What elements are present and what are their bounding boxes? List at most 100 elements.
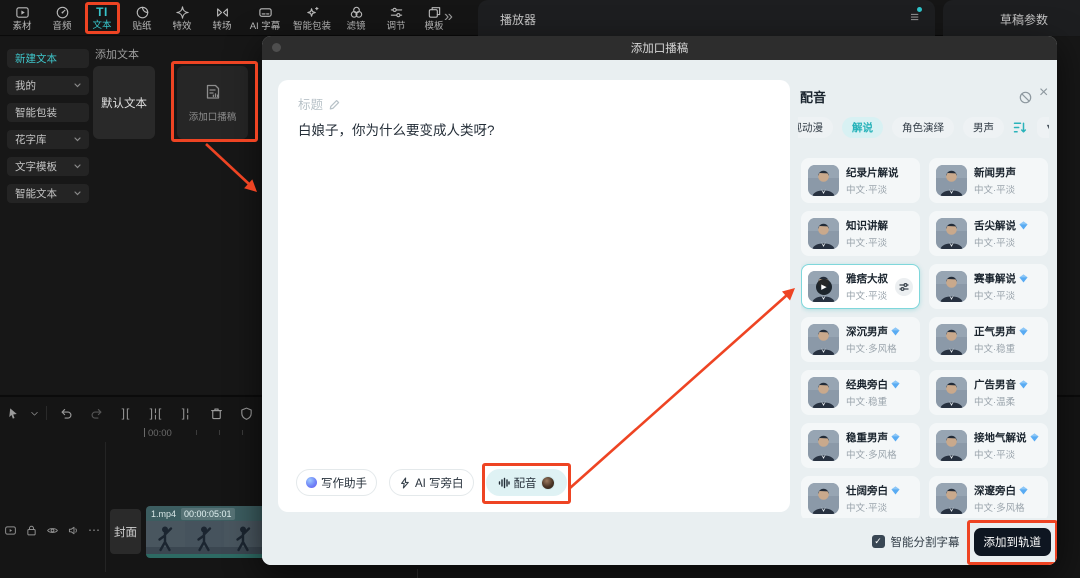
script-text-area[interactable]: 白娘子，你为什么要变成人类呀?	[298, 121, 768, 141]
tab-ai-captions[interactable]: AI 字幕	[242, 5, 288, 32]
ai-narration-button[interactable]: AI 写旁白	[389, 469, 474, 496]
script-title-row[interactable]: 标题	[298, 94, 341, 113]
voice-desc: 中文·稳重	[974, 344, 1016, 355]
split-icon[interactable]: ][	[111, 406, 141, 420]
sidebar-item-mine[interactable]: 我的	[7, 76, 89, 95]
voice-name: 接地气解说	[974, 432, 1027, 444]
voice-category-tabs: 影视动漫 解说 角色演绎 男声 ▼	[798, 116, 1049, 138]
select-cursor-icon[interactable]	[0, 406, 26, 421]
script-editor-card: 标题 白娘子，你为什么要变成人类呀? 写作助手 AI 写旁白 配音	[278, 80, 790, 512]
redo-icon[interactable]	[81, 406, 111, 421]
undo-icon[interactable]	[51, 406, 81, 421]
ruler-time-zero: 00:00	[148, 428, 172, 439]
voice-desc: 中文·平淡	[846, 503, 888, 514]
expand-chevron-icon[interactable]: »	[444, 7, 453, 27]
tab-text[interactable]: TI 文本	[82, 5, 122, 31]
voice-avatar	[936, 377, 967, 408]
clip-footer-bar	[146, 554, 263, 558]
voice-card[interactable]: 广告男音 中文·温柔	[929, 370, 1048, 415]
chevron-down-icon	[74, 83, 81, 88]
voice-avatar	[808, 324, 839, 355]
voice-name: 赛事解说	[974, 273, 1016, 285]
video-clip[interactable]: 1.mp4 00:00:05:01	[146, 506, 263, 558]
sidebar-item-smart-package[interactable]: 智能包装	[7, 103, 89, 122]
default-text-card[interactable]: 默认文本	[93, 66, 155, 139]
close-icon[interactable]: ×	[1039, 85, 1048, 101]
volume-icon[interactable]	[63, 524, 84, 537]
tab-role-play[interactable]: 角色演绎	[892, 116, 954, 138]
tab-media[interactable]: 素材	[2, 5, 42, 32]
toolbar-tools: 素材 音频 TI 文本 贴纸 特效 转场 AI 字幕 智能包装 滤镜 调节 模板	[2, 0, 452, 36]
sidebar-item-new-text[interactable]: 新建文本	[7, 49, 89, 68]
tab-male-voice[interactable]: 男声	[963, 116, 1004, 138]
ruler-tick	[219, 430, 220, 435]
tab-audio[interactable]: 音频	[42, 5, 82, 32]
filters-icon	[350, 6, 362, 18]
tab-filters[interactable]: 滤镜	[336, 5, 376, 32]
tab-film-animation[interactable]: 影视动漫	[798, 116, 833, 138]
voiceover-button[interactable]: 配音	[481, 463, 571, 504]
ban-icon[interactable]	[1019, 91, 1032, 104]
smart-split-label: 智能分割字幕	[890, 536, 960, 549]
voice-card[interactable]: 深邃旁白 中文·多风格	[929, 476, 1048, 518]
window-control-dot[interactable]	[272, 43, 281, 52]
lock-icon[interactable]	[21, 524, 42, 537]
voice-avatar	[808, 218, 839, 249]
sidebar-item-fancy-text[interactable]: 花字库	[7, 130, 89, 149]
diamond-vip-icon	[1019, 221, 1028, 230]
tune-icon[interactable]	[895, 277, 913, 296]
caret-down-icon[interactable]: ▼	[1037, 116, 1049, 138]
split-keep-left-icon[interactable]: ]¦[	[141, 406, 171, 420]
edit-pencil-icon[interactable]	[329, 98, 341, 110]
chevron-down-icon	[74, 164, 81, 169]
delete-icon[interactable]	[201, 406, 231, 421]
cover-button[interactable]: 封面	[110, 509, 141, 554]
voice-card[interactable]: 稳重男声 中文·多风格	[801, 423, 920, 468]
voice-card[interactable]: ▶ 雅痞大叔 中文·平淡	[801, 264, 920, 309]
tab-adjust[interactable]: 调节	[376, 5, 416, 32]
tab-smart-package[interactable]: 智能包装	[288, 5, 336, 32]
tab-effects[interactable]: 特效	[162, 5, 202, 32]
tab-narration[interactable]: 解说	[842, 116, 883, 138]
writer-assistant-button[interactable]: 写作助手	[296, 469, 377, 496]
more-icon[interactable]: ⋯	[84, 523, 105, 537]
menu-icon[interactable]: ≡	[910, 10, 919, 25]
track-video-icon[interactable]	[0, 524, 21, 537]
voice-desc: 中文·平淡	[846, 185, 888, 196]
add-to-track-button[interactable]: 添加到轨道	[966, 519, 1057, 565]
effects-icon	[175, 6, 189, 19]
voice-card[interactable]: 接地气解说 中文·平淡	[929, 423, 1048, 468]
add-voiceover-script-card[interactable]: 添加口播稿	[177, 66, 248, 139]
transitions-icon	[216, 8, 228, 17]
play-icon[interactable]: ▶	[815, 278, 832, 295]
voice-name: 壮阔旁白	[846, 485, 888, 497]
diamond-vip-icon	[1019, 274, 1028, 283]
playhead-tick	[144, 428, 145, 437]
clip-duration-badge: 00:00:05:01	[181, 507, 235, 520]
voice-card[interactable]: 知识讲解 中文·平淡	[801, 211, 920, 256]
cursor-mode-chevron-icon[interactable]	[26, 409, 42, 418]
text-sidebar: 新建文本 我的 智能包装 花字库 文字模板 智能文本	[7, 49, 89, 203]
clip-thumbnails	[146, 521, 263, 554]
sidebar-item-text-templates[interactable]: 文字模板	[7, 157, 89, 176]
voice-card[interactable]: 赛事解说 中文·平淡	[929, 264, 1048, 309]
clip-header: 1.mp4 00:00:05:01	[146, 506, 263, 521]
voice-card[interactable]: 正气男声 中文·稳重	[929, 317, 1048, 362]
smart-split-checkbox[interactable]: ✓	[871, 535, 885, 548]
voice-card[interactable]: 纪录片解说 中文·平淡	[801, 158, 920, 203]
eye-icon[interactable]	[42, 524, 63, 537]
voice-card[interactable]: 舌尖解说 中文·平淡	[929, 211, 1048, 256]
filter-sort-icon[interactable]	[1013, 121, 1028, 134]
clip-thumb-person	[224, 521, 263, 554]
sidebar-item-smart-text[interactable]: 智能文本	[7, 184, 89, 203]
voice-card[interactable]: 新闻男声 中文·平淡	[929, 158, 1048, 203]
split-keep-right-icon[interactable]: ]¦	[171, 406, 201, 420]
voice-card[interactable]: 经典旁白 中文·稳重	[801, 370, 920, 415]
voice-card[interactable]: 深沉男声 中文·多风格	[801, 317, 920, 362]
mask-icon[interactable]	[231, 406, 261, 421]
voice-card[interactable]: 壮阔旁白 中文·平淡	[801, 476, 920, 518]
tab-transitions[interactable]: 转场	[202, 5, 242, 32]
voice-avatar	[808, 483, 839, 514]
ruler-tick	[196, 430, 197, 435]
tab-stickers[interactable]: 贴纸	[122, 5, 162, 32]
